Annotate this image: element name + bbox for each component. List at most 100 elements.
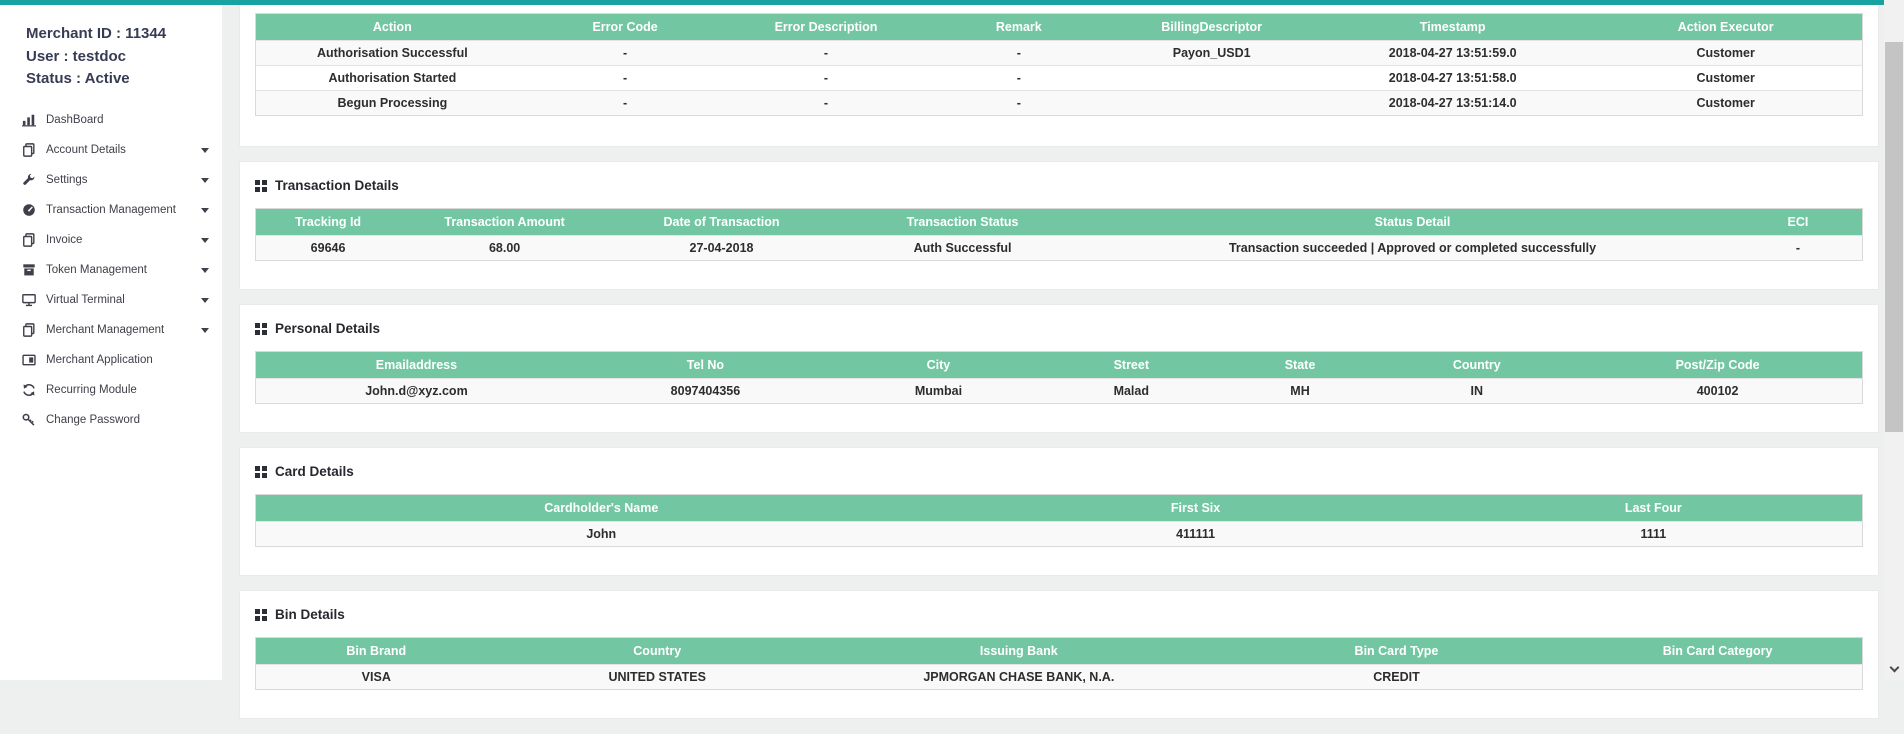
card-details-table: Cardholder's NameFirst SixLast FourJohn4… xyxy=(255,494,1863,547)
table-cell: - xyxy=(722,41,931,66)
sidebar-item-merchant-application[interactable]: Merchant Application xyxy=(0,345,222,375)
header-row: Bin BrandCountryIssuing BankBin Card Typ… xyxy=(256,638,1863,665)
table-cell: 411111 xyxy=(947,522,1445,547)
table-cell: - xyxy=(930,66,1107,91)
bin-details-table: Bin BrandCountryIssuing BankBin Card Typ… xyxy=(255,637,1863,690)
transaction-details-table: Tracking IdTransaction AmountDate of Tra… xyxy=(255,208,1863,261)
scrollbar-thumb[interactable] xyxy=(1885,42,1903,432)
table-cell: 27-04-2018 xyxy=(609,236,834,261)
chevron-down-icon xyxy=(201,238,209,243)
column-header-date-of-transaction: Date of Transaction xyxy=(609,209,834,236)
column-header-bin-brand: Bin Brand xyxy=(256,638,497,665)
column-header-country: Country xyxy=(1380,352,1573,379)
sidebar-item-token-management[interactable]: Token Management xyxy=(0,255,222,285)
merchant-id-text: Merchant ID : 11344 xyxy=(26,23,214,46)
column-header-error-code: Error Code xyxy=(529,14,722,41)
bar-chart-icon xyxy=(20,113,37,127)
column-header-bin-card-type: Bin Card Type xyxy=(1220,638,1574,665)
vertical-scrollbar[interactable] xyxy=(1884,0,1904,680)
table-cell: Authorisation Started xyxy=(256,66,529,91)
table-row: Authorisation Successful---Payon_USD1201… xyxy=(256,41,1863,66)
gauge-icon xyxy=(20,203,37,217)
column-header-country: Country xyxy=(497,638,818,665)
column-header-bin-card-category: Bin Card Category xyxy=(1573,638,1862,665)
sidebar-item-label: Recurring Module xyxy=(46,384,137,396)
table-cell xyxy=(1573,665,1862,690)
table-cell: VISA xyxy=(256,665,497,690)
sidebar-item-transaction-management[interactable]: Transaction Management xyxy=(0,195,222,225)
column-header-tracking-id: Tracking Id xyxy=(256,209,401,236)
column-header-issuing-bank: Issuing Bank xyxy=(818,638,1220,665)
column-header-street: Street xyxy=(1043,352,1220,379)
table-cell: 2018-04-27 13:51:14.0 xyxy=(1316,91,1589,116)
sidebar-item-label: Merchant Application xyxy=(46,354,153,366)
sidebar-item-change-password[interactable]: Change Password xyxy=(0,405,222,435)
sidebar-item-label: Account Details xyxy=(46,144,126,156)
table-cell: Authorisation Successful xyxy=(256,41,529,66)
column-header-city: City xyxy=(834,352,1043,379)
column-header-state: State xyxy=(1220,352,1381,379)
column-header-first-six: First Six xyxy=(947,495,1445,522)
header-row: ActionError CodeError DescriptionRemarkB… xyxy=(256,14,1863,41)
sidebar: Merchant ID : 11344 User : testdoc Statu… xyxy=(0,5,222,680)
section-card-details: Card Details Cardholder's NameFirst SixLa… xyxy=(240,448,1878,575)
archive-icon xyxy=(20,263,37,277)
table-cell: John.d@xyz.com xyxy=(256,379,577,404)
table-cell xyxy=(1107,91,1316,116)
table-cell: Payon_USD1 xyxy=(1107,41,1316,66)
table-cell: CREDIT xyxy=(1220,665,1574,690)
sidebar-item-account-details[interactable]: Account Details xyxy=(0,135,222,165)
section-transaction-details: Transaction Details Tracking IdTransactio… xyxy=(240,162,1878,289)
sidebar-item-dashboard[interactable]: DashBoard xyxy=(0,105,222,135)
grid-icon xyxy=(255,180,267,192)
header-row: Tracking IdTransaction AmountDate of Tra… xyxy=(256,209,1863,236)
sidebar-item-invoice[interactable]: Invoice xyxy=(0,225,222,255)
chevron-down-icon xyxy=(201,268,209,273)
chevron-down-icon xyxy=(201,178,209,183)
key-icon xyxy=(20,413,37,427)
table-cell: - xyxy=(930,91,1107,116)
sidebar-item-recurring-module[interactable]: Recurring Module xyxy=(0,375,222,405)
table-cell: 8097404356 xyxy=(577,379,834,404)
table-cell: - xyxy=(930,41,1107,66)
table-cell: Malad xyxy=(1043,379,1220,404)
table-cell: 1111 xyxy=(1445,522,1863,547)
table-cell: Customer xyxy=(1589,41,1862,66)
desktop-icon xyxy=(20,293,37,307)
column-header-timestamp: Timestamp xyxy=(1316,14,1589,41)
personal-details-table: EmailaddressTel NoCityStreetStateCountry… xyxy=(255,351,1863,404)
sidebar-item-label: Virtual Terminal xyxy=(46,294,125,306)
table-cell: - xyxy=(722,91,931,116)
table-cell: Auth Successful xyxy=(834,236,1091,261)
table-cell: JPMORGAN CHASE BANK, N.A. xyxy=(818,665,1220,690)
grid-icon xyxy=(255,323,267,335)
scroll-down-button[interactable] xyxy=(1884,661,1904,677)
table-cell: - xyxy=(529,66,722,91)
sidebar-item-settings[interactable]: Settings xyxy=(0,165,222,195)
table-cell xyxy=(1107,66,1316,91)
table-cell: 69646 xyxy=(256,236,401,261)
column-header-remark: Remark xyxy=(930,14,1107,41)
table-row: John4111111111 xyxy=(256,522,1863,547)
section-title-text: Card Details xyxy=(275,464,354,479)
sidebar-item-virtual-terminal[interactable]: Virtual Terminal xyxy=(0,285,222,315)
files-icon xyxy=(20,143,37,157)
section-title-transaction-details: Transaction Details xyxy=(255,178,1863,193)
table-cell: Mumbai xyxy=(834,379,1043,404)
table-cell: UNITED STATES xyxy=(497,665,818,690)
section-title-text: Personal Details xyxy=(275,321,380,336)
table-cell: 2018-04-27 13:51:59.0 xyxy=(1316,41,1589,66)
column-header-transaction-amount: Transaction Amount xyxy=(400,209,609,236)
section-personal-details: Personal Details EmailaddressTel NoCitySt… xyxy=(240,305,1878,432)
chevron-down-icon xyxy=(1889,662,1899,672)
table-cell: 68.00 xyxy=(400,236,609,261)
column-header-eci: ECI xyxy=(1734,209,1863,236)
app-window-icon xyxy=(20,353,37,367)
files-icon xyxy=(20,233,37,247)
chevron-down-icon xyxy=(201,148,209,153)
sidebar-item-merchant-management[interactable]: Merchant Management xyxy=(0,315,222,345)
main-content: ActionError CodeError DescriptionRemarkB… xyxy=(240,5,1878,734)
table-cell: Customer xyxy=(1589,91,1862,116)
section-action-history: ActionError CodeError DescriptionRemarkB… xyxy=(240,5,1878,146)
header-row: Cardholder's NameFirst SixLast Four xyxy=(256,495,1863,522)
